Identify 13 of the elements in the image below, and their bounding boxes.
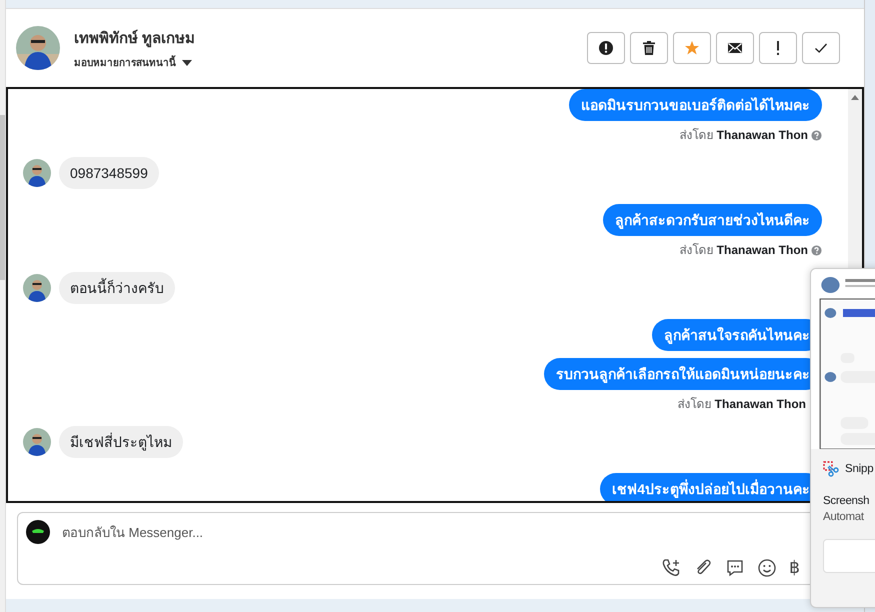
reply-placeholder: ตอบกลับใน Messenger... (62, 524, 204, 542)
received-message: มีเชฟสี่ประตูไหม (59, 426, 183, 458)
sent-by-label: ส่งโดย Thanawan Thon (679, 128, 808, 142)
sent-message: แอดมินรบกวนขอเบอร์ติดต่อได้ไหมคะ (569, 89, 822, 121)
sent-by-label: ส่งโดย Thanawan Thon (677, 397, 806, 411)
received-message: ตอนนี้ก็ว่างครับ (59, 272, 175, 304)
app-name: Snipp (845, 463, 874, 475)
notification-text: Automat (823, 511, 865, 523)
notification-title: Screensh (823, 495, 870, 507)
contact-name: เทพพิทักษ์ ทูลเกษม (74, 28, 196, 50)
sent-by-label: ส่งโดย Thanawan Thon (679, 243, 808, 257)
received-message: 0987348599 (59, 157, 159, 189)
sent-message: ลูกค้าสะดวกรับสายช่วงไหนดีคะ (603, 204, 822, 236)
